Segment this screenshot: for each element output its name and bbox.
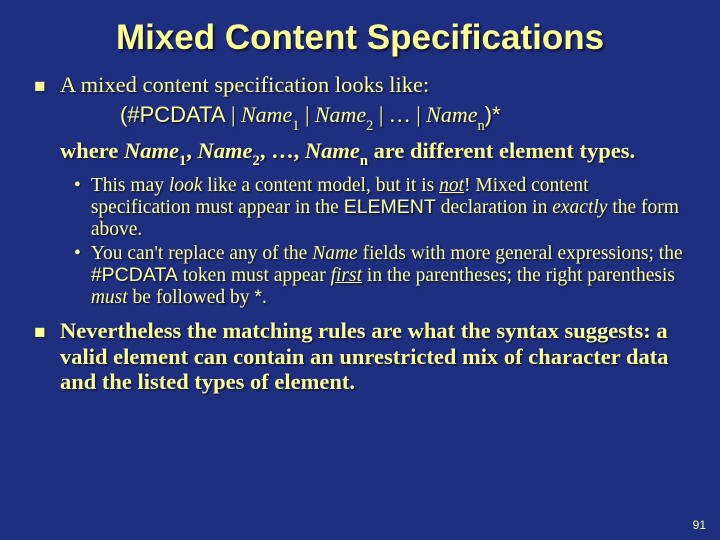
square-bullet-icon: ◼ <box>34 324 46 394</box>
sub-bullet-2: • You can't replace any of the Name fiel… <box>74 243 686 308</box>
syntax-line: (#PCDATA | Name1 | Name2 | … | Namen)* <box>120 103 686 131</box>
sub-bullet-1: • This may look like a content model, bu… <box>74 175 686 240</box>
bullet-1-text: A mixed content specification looks like… <box>60 72 686 97</box>
dot-bullet-icon: • <box>74 243 81 308</box>
slide: Mixed Content Specifications ◼ A mixed c… <box>0 0 720 540</box>
slide-body: ◼ A mixed content specification looks li… <box>34 72 686 394</box>
bullet-item-2: ◼ Nevertheless the matching rules are wh… <box>34 318 686 394</box>
bullet-2-text: Nevertheless the matching rules are what… <box>60 318 686 394</box>
sub-bullets: • This may look like a content model, bu… <box>74 175 686 308</box>
bullet-item-1: ◼ A mixed content specification looks li… <box>34 72 686 97</box>
square-bullet-icon: ◼ <box>34 78 46 97</box>
page-number: 91 <box>693 518 706 532</box>
where-line: where Name1, Name2, …, Namen are differe… <box>60 138 686 168</box>
slide-title: Mixed Content Specifications <box>34 18 686 58</box>
dot-bullet-icon: • <box>74 175 81 240</box>
